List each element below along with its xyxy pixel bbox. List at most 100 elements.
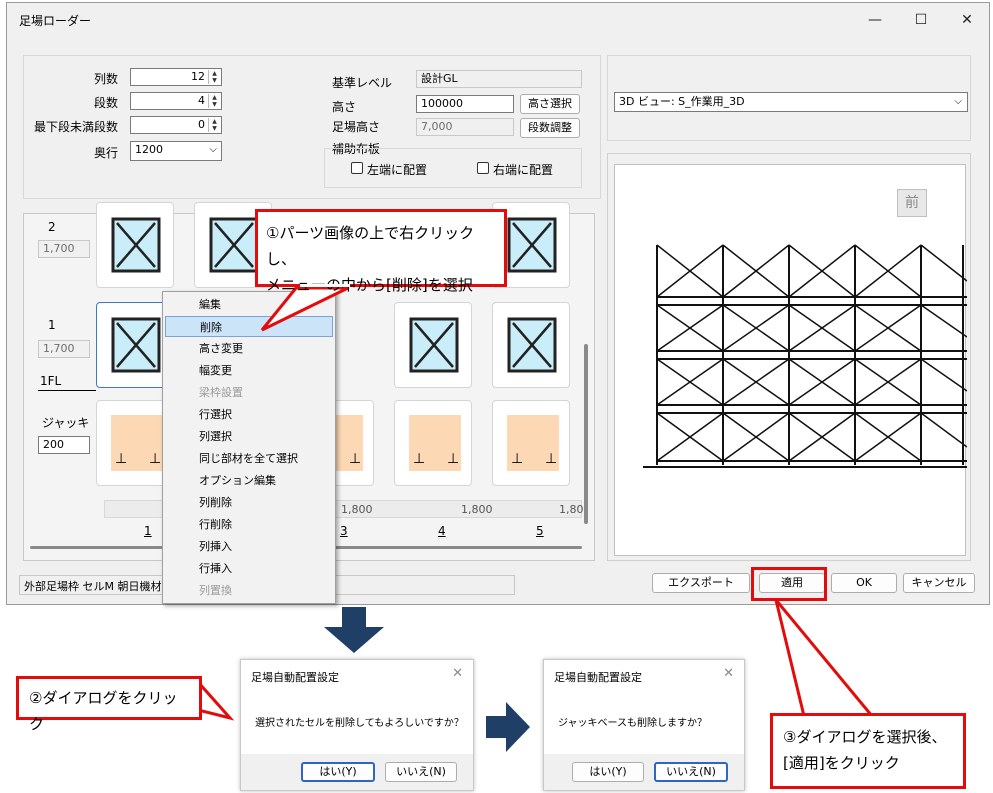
jack-base-icon: ⊥⊥ <box>111 415 163 471</box>
jack-base-icon: ⊥⊥ <box>409 415 461 471</box>
callout-text: ③ダイアログを選択後、 <box>783 728 947 746</box>
frame-tile[interactable] <box>492 302 570 388</box>
height-select-button[interactable]: 高さ選択 <box>520 94 580 114</box>
menu-item-change-width[interactable]: 幅変更 <box>165 360 333 381</box>
close-button[interactable]: ✕ <box>945 7 989 33</box>
menu-item-replace-column: 列置換 <box>199 584 232 597</box>
chevron-down-icon: ⌵ <box>954 96 962 107</box>
scaffold-elevation-drawing <box>643 244 967 468</box>
frame-icon <box>111 317 161 373</box>
spinner-icon[interactable]: ▲ ▼ <box>208 118 220 132</box>
left-end-label: 左端に配置 <box>367 163 428 177</box>
frame-tile[interactable] <box>96 202 174 288</box>
frame-tile[interactable] <box>394 302 472 388</box>
floor-line <box>38 390 96 391</box>
depth-select[interactable]: 1200 ⌵ <box>130 141 222 161</box>
dialog-footer: はい(Y) いいえ(N) <box>241 754 473 790</box>
callout-pointer <box>774 600 876 718</box>
right-arrow-icon <box>486 702 530 752</box>
dialog-footer: はい(Y) いいえ(N) <box>544 754 744 790</box>
row-number: 1 <box>48 318 56 332</box>
parameters-group: 列数 12 ▲ ▼ 段数 4 ▲ ▼ 最下段未満段数 0 ▲ ▼ 奥行 1200 ⌵ 基準レベ… <box>23 55 601 199</box>
right-end-label: 右端に配置 <box>493 163 554 177</box>
row-number: 2 <box>48 220 56 234</box>
front-view-cube[interactable]: 前 <box>897 189 927 217</box>
export-button[interactable]: エクスポート <box>652 573 750 593</box>
column-width: 1,800 <box>461 503 493 516</box>
column-number[interactable]: 5 <box>536 524 544 538</box>
floor-label: 1FL <box>40 374 62 388</box>
dialog-title: 足場自動配置設定 <box>251 671 339 684</box>
frame-icon <box>409 317 459 373</box>
tier-count-input[interactable]: 4 ▲ ▼ <box>130 92 222 110</box>
frame-icon <box>507 217 557 273</box>
close-icon[interactable]: ✕ <box>452 666 463 681</box>
yes-button[interactable]: はい(Y) <box>572 762 644 782</box>
menu-item-change-height[interactable]: 高さ変更 <box>165 338 333 359</box>
right-end-checkbox[interactable] <box>477 162 489 174</box>
jack-input[interactable]: 200 <box>38 436 90 454</box>
minimize-button[interactable]: — <box>853 7 897 33</box>
column-width: 1,800 <box>341 503 373 516</box>
menu-item-option-edit[interactable]: オプション編集 <box>165 470 333 491</box>
title-bar: 足場ローダー — ☐ ✕ <box>7 3 989 35</box>
menu-item-insert-column[interactable]: 列挿入 <box>165 536 333 557</box>
no-button[interactable]: いいえ(N) <box>385 762 457 782</box>
column-count-input[interactable]: 12 ▲ ▼ <box>130 68 222 86</box>
column-number[interactable]: 1 <box>144 524 152 538</box>
window-title: 足場ローダー <box>19 14 92 28</box>
confirm-delete-dialog: 足場自動配置設定 ✕ 選択されたセルを削除してもよろしいですか？ はい(Y) い… <box>240 659 474 791</box>
spinner-icon[interactable]: ▲ ▼ <box>208 70 220 84</box>
preview-panel: 前 <box>607 153 971 561</box>
dialog-message: 選択されたセルを削除してもよろしいですか？ <box>255 718 464 729</box>
jack-tile[interactable]: ⊥⊥ <box>492 400 570 486</box>
menu-item-select-same[interactable]: 同じ部材を全て選択 <box>165 448 333 469</box>
scaffold-loader-window: 足場ローダー — ☐ ✕ 列数 12 ▲ ▼ 段数 4 ▲ ▼ 最下段未満段数 0 ▲ ▼ … <box>6 2 990 605</box>
menu-item-select-row[interactable]: 行選択 <box>165 404 333 425</box>
maximize-button[interactable]: ☐ <box>899 7 943 33</box>
tier-count-label: 段数 <box>94 96 119 110</box>
row-height-field: 1,700 <box>38 240 90 258</box>
menu-item-beam-frame: 梁枠設置 <box>199 386 243 399</box>
bottom-tier-label: 最下段未満段数 <box>34 120 119 134</box>
column-count-label: 列数 <box>94 72 119 86</box>
view-select[interactable]: 3D ビュー: S_作業用_3D ⌵ <box>614 92 968 112</box>
height-input[interactable]: 100000 <box>416 95 514 113</box>
menu-item-insert-row[interactable]: 行挿入 <box>165 558 333 579</box>
tier-adjust-button[interactable]: 段数調整 <box>520 118 580 138</box>
bottom-tier-input[interactable]: 0 ▲ ▼ <box>130 116 222 134</box>
view-group: 3D ビュー: S_作業用_3D ⌵ <box>607 55 971 141</box>
instruction-callout-2: ②ダイアログをクリック <box>16 676 202 733</box>
instruction-callout-3: ③ダイアログを選択後、 [適用]をクリック <box>770 713 966 789</box>
menu-item-delete-column[interactable]: 列削除 <box>165 492 333 513</box>
vertical-scrollbar[interactable] <box>584 344 588 524</box>
plank-group: 左端に配置 右端に配置 <box>324 148 582 188</box>
scaffold-height-label: 足場高さ <box>332 120 381 134</box>
preview-canvas[interactable]: 前 <box>614 164 967 556</box>
ok-button[interactable]: OK <box>831 573 897 593</box>
dialog-message: ジャッキベースも削除しますか？ <box>558 718 707 729</box>
close-icon[interactable]: ✕ <box>723 666 734 681</box>
spinner-icon[interactable]: ▲ ▼ <box>208 94 220 108</box>
instruction-callout-1: ①パーツ画像の上で右クリックし、 メニューの中から[削除]を選択 <box>255 209 507 294</box>
callout-text: [適用]をクリック <box>783 754 900 772</box>
no-button[interactable]: いいえ(N) <box>654 762 728 782</box>
frame-icon <box>111 217 161 273</box>
yes-button[interactable]: はい(Y) <box>301 762 375 782</box>
jack-delete-dialog: 足場自動配置設定 ✕ ジャッキベースも削除しますか？ はい(Y) いいえ(N) <box>543 659 745 791</box>
depth-label: 奥行 <box>94 146 119 160</box>
column-number[interactable]: 3 <box>340 524 348 538</box>
menu-item-delete-row[interactable]: 行削除 <box>165 514 333 535</box>
callout-joint <box>300 284 350 287</box>
frame-icon <box>507 317 557 373</box>
jack-base-icon: ⊥⊥ <box>507 415 559 471</box>
scaffold-height-field: 7,000 <box>416 118 514 136</box>
base-level-label: 基準レベル <box>332 76 393 90</box>
cancel-button[interactable]: キャンセル <box>903 573 975 593</box>
jack-tile[interactable]: ⊥⊥ <box>394 400 472 486</box>
column-number[interactable]: 4 <box>438 524 446 538</box>
chevron-down-icon: ⌵ <box>209 144 217 155</box>
down-arrow-icon <box>324 607 384 653</box>
left-end-checkbox[interactable] <box>351 162 363 174</box>
menu-item-select-column[interactable]: 列選択 <box>165 426 333 447</box>
